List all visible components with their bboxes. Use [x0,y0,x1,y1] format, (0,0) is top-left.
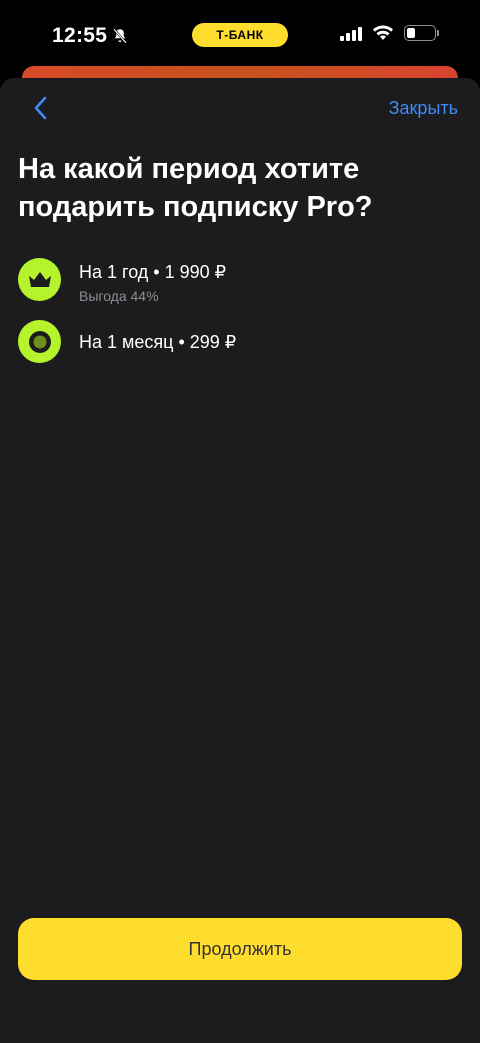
continue-button[interactable]: Продолжить [18,918,462,980]
status-icons [340,25,439,41]
page-title: На какой период хотите подарить подписку… [18,153,373,223]
option-year[interactable]: На 1 год • 1 990 ₽ Выгода 44% [18,258,458,304]
bottom-sheet: Закрыть На какой период хотите подарить … [0,78,480,1043]
chevron-left-icon [34,96,47,120]
wifi-icon [373,25,393,40]
circle-icon-badge [18,320,61,363]
crown-icon [28,271,51,287]
option-subtitle: Выгода 44% [79,288,159,304]
circle-icon [28,330,51,353]
back-button[interactable] [28,94,52,122]
bell-off-icon [113,28,128,44]
option-month[interactable]: На 1 месяц • 299 ₽ [18,320,458,363]
battery-icon [404,25,439,41]
bank-badge: Т-БАНК [192,23,288,47]
status-time: 12:55 [52,24,129,48]
crown-icon-badge [18,258,61,301]
signal-icon [340,25,362,41]
option-year-text: На 1 год • 1 990 ₽ Выгода 44% [79,258,226,304]
option-month-text: На 1 месяц • 299 ₽ [79,320,236,353]
time-text: 12:55 [52,24,108,47]
option-title: На 1 месяц • 299 ₽ [79,332,237,352]
status-bar: 12:55 Т-БАНК [0,0,480,70]
option-title: На 1 год • 1 990 ₽ [79,262,227,282]
close-button[interactable]: Закрыть [389,98,458,119]
